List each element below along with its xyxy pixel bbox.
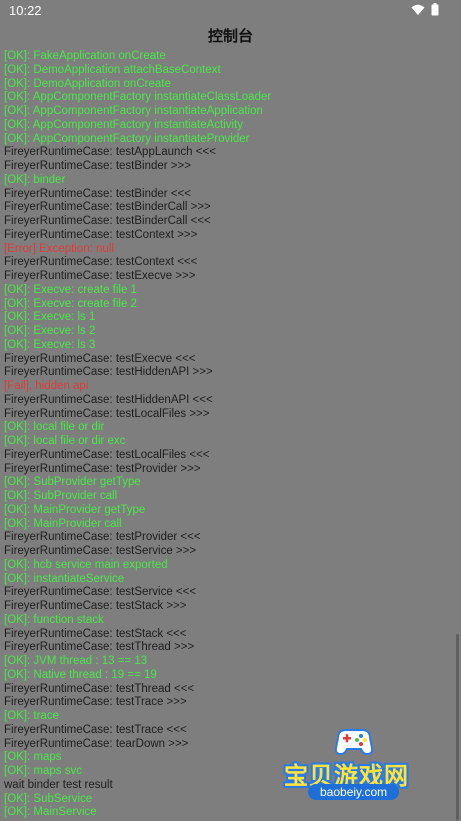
log-line: [OK]: Native thread : 19 == 19 [4,668,157,681]
console-log[interactable]: [OK]: FakeApplication onCreate [OK]: Demo… [4,50,454,821]
log-line: [OK]: JVM thread : 13 == 13 [4,655,148,667]
watermark-url: baobeiy.com [308,784,400,800]
log-line: [OK]: AppComponentFactory instantiateCla… [4,91,272,104]
log-line: FireyerRuntimeCase: testService >>> [4,545,197,557]
scrollbar[interactable] [456,634,459,820]
log-line: [OK]: MainProvider call [4,517,122,530]
log-line: FireyerRuntimeCase: testContext >>> [4,228,198,241]
status-bar: 10:22 [0,0,461,22]
gamepad-icon [334,729,374,756]
log-line: [OK]: FakeApplication onCreate [4,50,166,62]
log-line: [OK]: Execve: create file 1 [4,283,137,296]
log-line: FireyerRuntimeCase: testTrace >>> [4,696,187,709]
log-line: [OK]: local file or dir exc [4,435,126,447]
log-line: [OK]: hcb service main exported [4,558,168,571]
log-line: [OK]: binder [4,173,66,186]
page-title: 控制台 [207,27,253,45]
log-line: [Fail], hidden api [4,380,89,392]
wifi-icon [411,4,425,15]
log-line: [OK]: Execve: ls 1 [4,311,96,324]
status-icons [411,3,439,16]
log-line: FireyerRuntimeCase: testStack <<< [4,627,187,640]
battery-icon [431,3,439,16]
log-line: FireyerRuntimeCase: testLocalFiles <<< [4,448,210,461]
log-line: FireyerRuntimeCase: testThread <<< [4,682,195,695]
log-line: [OK]: local file or dir [4,421,105,434]
log-line: [OK]: Execve: ls 2 [4,325,96,337]
log-line: FireyerRuntimeCase: testProvider >>> [4,462,201,475]
log-line: FireyerRuntimeCase: testBinderCall <<< [4,215,211,227]
log-line: [OK]: SubProvider call [4,490,118,502]
log-line: [OK]: instantiateService [4,572,125,585]
log-line: [OK]: MainProvider getType [4,503,146,516]
log-line: [OK]: AppComponentFactory instantiateAct… [4,118,244,131]
log-line: FireyerRuntimeCase: testStack >>> [4,600,187,612]
log-line: FireyerRuntimeCase: testLocalFiles >>> [4,407,210,420]
log-line: FireyerRuntimeCase: testExecve >>> [4,270,196,282]
log-line: FireyerRuntimeCase: testAppLaunch <<< [4,146,216,159]
log-line: [OK]: Execve: ls 3 [4,338,96,351]
log-line: [OK]: AppComponentFactory instantiateApp… [4,105,263,117]
log-line: [OK]: Execve: create file 2 [4,297,137,310]
log-line: FireyerRuntimeCase: testService <<< [4,586,197,599]
log-line: FireyerRuntimeCase: testBinder <<< [4,187,191,200]
log-line: [OK]: DemoApplication onCreate [4,77,171,90]
log-line: FireyerRuntimeCase: testContext <<< [4,256,198,269]
log-line: FireyerRuntimeCase: testHiddenAPI >>> [4,366,213,379]
log-line: [OK]: AppComponentFactory instantiatePro… [4,132,250,145]
log-line: [OK]: function stack [4,613,104,626]
log-line: [OK]: SubProvider getType [4,476,141,489]
app-bar: 控制台 [0,22,461,50]
log-line: FireyerRuntimeCase: testHiddenAPI <<< [4,393,213,406]
log-line: FireyerRuntimeCase: testExecve <<< [4,352,196,365]
log-line: FireyerRuntimeCase: testProvider <<< [4,531,201,544]
log-line: [OK]: DemoApplication attachBaseContext [4,63,221,76]
log-line: FireyerRuntimeCase: testBinderCall >>> [4,201,211,214]
status-time: 10:22 [9,3,42,18]
log-line: FireyerRuntimeCase: testThread >>> [4,641,195,654]
watermark: 宝贝游戏网 baobeiy.com [278,722,438,816]
log-line: FireyerRuntimeCase: testBinder >>> [4,160,191,172]
log-line: [Error] Exception: null [4,242,114,255]
